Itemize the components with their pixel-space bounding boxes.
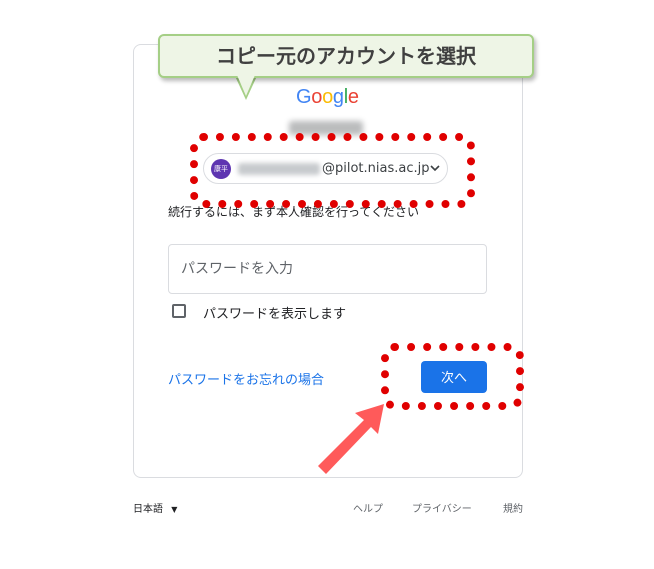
show-password-checkbox[interactable] <box>172 304 186 318</box>
language-selector[interactable]: 日本語 ▼ <box>133 500 177 515</box>
password-input[interactable] <box>168 244 487 294</box>
google-logo: Google <box>296 86 359 108</box>
forgot-password-link[interactable]: パスワードをお忘れの場合 <box>168 369 324 388</box>
footer-help-link[interactable]: ヘルプ <box>353 500 383 515</box>
show-password-label[interactable]: パスワードを表示します <box>203 303 346 322</box>
callout-tail-fill <box>237 75 255 96</box>
caret-down-icon: ▼ <box>171 505 178 514</box>
account-highlight <box>190 133 475 208</box>
footer-privacy-link[interactable]: プライバシー <box>412 500 472 515</box>
language-label: 日本語 <box>133 504 163 515</box>
instruction-callout: コピー元のアカウントを選択 <box>158 34 534 78</box>
pointer-arrow-icon <box>318 404 384 474</box>
footer-terms-link[interactable]: 規約 <box>503 500 523 515</box>
next-button-highlight <box>381 343 524 410</box>
